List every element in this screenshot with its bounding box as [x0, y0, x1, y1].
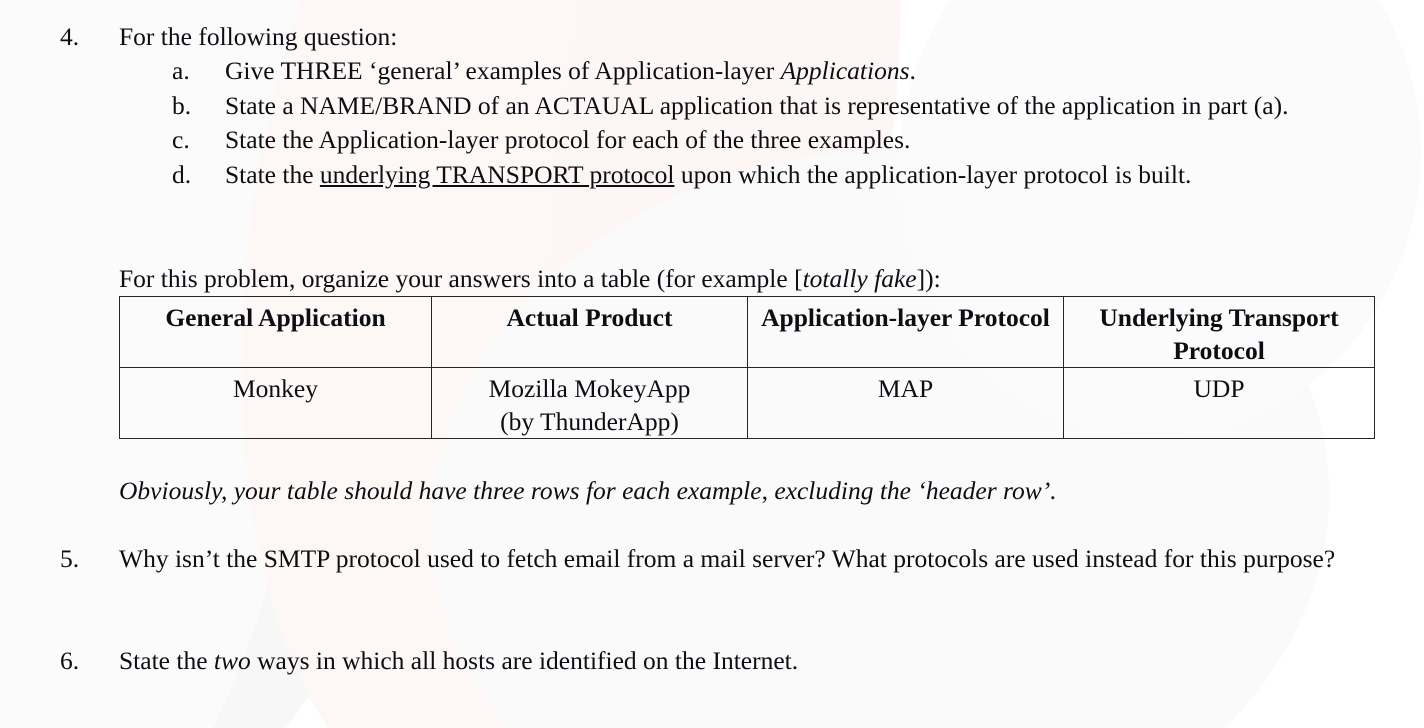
table-cell-underlying-transport-protocol: UDP — [1063, 367, 1375, 439]
table-lead-in-text: For this problem, organize your answers … — [119, 262, 941, 296]
table-lead-italic: totally fake — [802, 264, 917, 293]
question-6-text: State the two ways in which all hosts ar… — [119, 644, 1405, 678]
question-6-text-italic: two — [213, 646, 251, 675]
question-number-6: 6. — [60, 646, 80, 675]
question-item-5: 5. Why isn’t the SMTP protocol used to f… — [60, 542, 1405, 576]
table-cell-actual-product-line1: Mozilla MokeyApp — [488, 374, 691, 403]
table-header-underlying-transport-protocol: Underlying Transport Protocol — [1063, 296, 1375, 368]
question-6-text-after: ways in which all hosts are identified o… — [250, 646, 799, 675]
question-4-sublist: a. Give THREE ‘general’ examples of Appl… — [119, 54, 1400, 192]
sub-item-d-text-before: State the — [225, 159, 320, 189]
question-number-4: 4. — [60, 22, 80, 51]
question-4-body: For the following question: a. Give THRE… — [119, 20, 1400, 192]
question-5-text: Why isn’t the SMTP protocol used to fetc… — [119, 544, 1336, 573]
sub-item-a-text: Give THREE ‘general’ examples of Applica… — [225, 54, 1355, 89]
document-page: 4. For the following question: a. Give T… — [0, 0, 1424, 728]
sub-item-d: d. State the underlying TRANSPORT protoc… — [119, 158, 1400, 193]
sub-item-d-marker: d. — [172, 159, 192, 189]
table-cell-actual-product-line2: (by ThunderApp) — [500, 407, 679, 436]
table-lead-after: ]): — [916, 264, 941, 293]
table-header-general-application: General Application — [119, 296, 432, 368]
question-4-intro-text: For the following question: — [119, 22, 398, 51]
question-item-6: 6. State the two ways in which all hosts… — [60, 644, 1405, 678]
sub-item-a: a. Give THREE ‘general’ examples of Appl… — [119, 54, 1400, 89]
table-cell-underlying-transport-protocol-value: UDP — [1193, 374, 1245, 403]
sub-item-a-marker: a. — [172, 56, 190, 85]
question-number-5: 5. — [60, 544, 80, 573]
question-6-text-before: State the — [119, 646, 214, 675]
table-cell-general-application-value: Monkey — [233, 374, 318, 403]
table-lead-before: For this problem, organize your answers … — [119, 264, 803, 293]
table-header-application-layer-protocol: Application-layer Protocol — [747, 296, 1064, 368]
sub-item-b-marker: b. — [172, 90, 192, 120]
table-cell-actual-product: Mozilla MokeyApp (by ThunderApp) — [431, 367, 748, 439]
answer-table-body: Monkey Mozilla MokeyApp (by ThunderApp) M… — [119, 367, 1375, 439]
answer-table: General Application Actual Product Appli… — [119, 296, 1375, 439]
table-row: Monkey Mozilla MokeyApp (by ThunderApp) M… — [119, 367, 1375, 439]
table-note-text: Obviously, your table should have three … — [119, 476, 1057, 505]
table-header-application-layer-protocol-label: Application-layer Protocol — [761, 303, 1050, 332]
table-header-row: General Application Actual Product Appli… — [119, 296, 1375, 368]
table-header-actual-product-label: Actual Product — [506, 303, 673, 332]
sub-item-d-text: State the underlying TRANSPORT protocol … — [225, 158, 1355, 193]
table-header-general-application-label: General Application — [165, 303, 386, 332]
table-header-underlying-transport-protocol-label: Underlying Transport Protocol — [1099, 303, 1339, 365]
answer-table-head: General Application Actual Product Appli… — [119, 296, 1375, 368]
sub-item-a-text-before: Give THREE ‘general’ examples of Applica… — [225, 56, 781, 85]
sub-item-c-marker: c. — [172, 125, 190, 154]
sub-item-b: b. State a NAME/BRAND of an ACTAUAL appl… — [119, 89, 1400, 124]
table-header-actual-product: Actual Product — [431, 296, 748, 368]
sub-item-c: c. State the Application-layer protocol … — [119, 123, 1400, 158]
table-cell-application-layer-protocol: MAP — [747, 367, 1064, 439]
sub-item-d-text-after: upon which the application-layer protoco… — [674, 159, 1192, 189]
sub-item-a-text-after: . — [909, 56, 916, 85]
table-cell-application-layer-protocol-value: MAP — [877, 374, 934, 403]
sub-item-c-text: State the Application-layer protocol for… — [225, 125, 911, 154]
sub-item-b-text: State a NAME/BRAND of an ACTAUAL applica… — [225, 90, 1289, 120]
table-cell-general-application: Monkey — [119, 367, 432, 439]
sub-item-d-underlined-phrase: underlying TRANSPORT protocol — [319, 159, 675, 189]
sub-item-a-text-italic: Applications — [780, 56, 910, 85]
question-item-4: 4. For the following question: a. Give T… — [60, 20, 1400, 192]
